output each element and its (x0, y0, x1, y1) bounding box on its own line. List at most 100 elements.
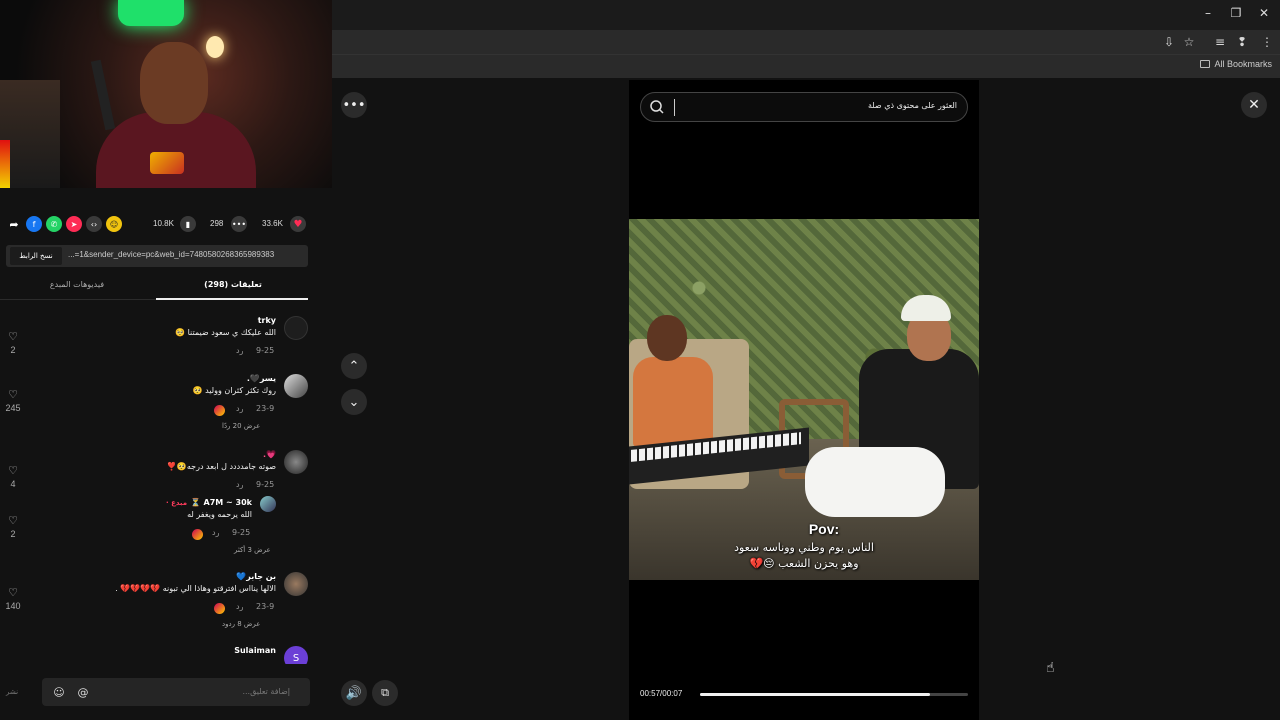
view-replies-button[interactable]: عرض 8 ردود (222, 620, 260, 628)
next-video-icon[interactable]: ⌄ (341, 389, 367, 415)
reply-button[interactable]: رد (212, 528, 219, 537)
creator-badge: · مبدع (166, 499, 188, 507)
comment-like-icon[interactable]: ♡ (5, 388, 21, 401)
facebook-icon[interactable]: f (26, 216, 42, 232)
comment-date: 23-9 (256, 602, 275, 611)
emoji-icon[interactable]: ☺ (52, 685, 66, 699)
share-row: ➦ f ✆ ➤ ‹› ☺ (6, 216, 122, 232)
previous-video-icon[interactable]: ⌃ (341, 353, 367, 379)
all-bookmarks-label: All Bookmarks (1214, 59, 1272, 69)
volume-icon[interactable]: 🔊 (341, 680, 367, 706)
comment-like-icon[interactable]: ♡ (5, 586, 21, 599)
reply-button[interactable]: رد (236, 602, 243, 611)
comment-like-icon[interactable]: ♡ (5, 330, 21, 343)
comment-username[interactable]: Sulaiman (234, 646, 276, 655)
comment-username[interactable]: 💗. (263, 450, 276, 459)
reply-button[interactable]: رد (236, 480, 243, 489)
comment-like-icon[interactable]: ♡ (5, 464, 21, 477)
avatar[interactable] (284, 316, 308, 340)
avatar[interactable] (284, 450, 308, 474)
share-arrow-icon[interactable]: ➦ (6, 216, 22, 232)
comment-like-count: 2 (10, 345, 16, 355)
comment-tabs: فيديوهات المبدع (298) تعليقات (0, 276, 308, 300)
embed-icon[interactable]: ‹› (86, 216, 102, 232)
avatar[interactable]: S (284, 646, 308, 664)
reply-button[interactable]: رد (236, 404, 243, 413)
caption-pov: Pov: (808, 521, 840, 537)
browser-menu-icon[interactable]: ⋮ (1258, 33, 1276, 51)
more-options-icon[interactable]: ••• (341, 92, 367, 118)
tab-creator-videos[interactable]: فيديوهات المبدع (0, 280, 154, 289)
cam-microphone (90, 59, 116, 131)
comment-placeholder: إضافة تعليق... (242, 687, 290, 696)
mention-icon[interactable]: @ (76, 685, 90, 699)
comment-date: 23-9 (256, 404, 275, 413)
progress-track[interactable] (700, 693, 968, 696)
video-link[interactable]: ...=1&sender_device=pc&web_id=7480580268… (68, 250, 304, 259)
comment-input[interactable]: ☺ @ إضافة تعليق... (42, 678, 310, 706)
close-window-button[interactable]: ✕ (1250, 0, 1278, 26)
video-pianist-body (633, 357, 713, 447)
comment-username[interactable]: بن جابر💙 (236, 572, 276, 581)
reply-button[interactable]: رد (236, 346, 243, 355)
whatsapp-icon[interactable]: ✆ (46, 216, 62, 232)
all-bookmarks-button[interactable]: All Bookmarks (1200, 59, 1272, 69)
copy-link-button[interactable]: نسخ الرابط (10, 247, 62, 265)
comment-date: 9-25 (256, 480, 275, 489)
avatar[interactable] (284, 572, 308, 596)
media-control-icon[interactable]: ≡ (1211, 33, 1229, 51)
emoji-share-icon[interactable]: ☺ (106, 216, 122, 232)
tab-active-indicator (156, 298, 308, 300)
cam-lamp (206, 36, 224, 58)
actions-row: ➦ f ✆ ➤ ‹› ☺ 10.8K ▮ 298 ••• 33.6K ♥ (0, 214, 332, 236)
comment-text: الله يرحمه ويغفر له (187, 510, 252, 519)
comment-text: روك تكثر كثران ووليد 🥺 (192, 386, 276, 395)
comment-date: 9-25 (256, 346, 275, 355)
view-replies-button[interactable]: عرض 20 ردًا (222, 422, 260, 430)
comment-icon[interactable]: ••• (231, 216, 247, 232)
send-icon[interactable]: ➤ (66, 216, 82, 232)
heart-icon[interactable]: ♥ (290, 216, 306, 232)
left-panel: ➦ f ✆ ➤ ‹› ☺ 10.8K ▮ 298 ••• 33.6K ♥ نسخ… (0, 188, 332, 720)
comment-date: 9-25 (232, 528, 251, 537)
video-frame[interactable]: Pov: الناس يوم وطني ووناسه سعود وهو يحزن… (629, 219, 979, 580)
folder-icon (1200, 60, 1211, 68)
minimize-button[interactable]: – (1194, 0, 1222, 26)
comment-like-count: 245 (5, 403, 21, 413)
post-button[interactable]: نشر (6, 688, 18, 696)
progress-area: 00:57/00:07 (640, 688, 970, 700)
video-man-legs (805, 447, 945, 517)
bookmark-star-icon[interactable]: ☆ (1180, 33, 1198, 51)
text-caret (674, 99, 675, 116)
comment-like-icon[interactable]: ♡ (5, 514, 21, 527)
bookmarks-bar: All Bookmarks (332, 54, 1280, 78)
close-icon[interactable]: ✕ (1241, 92, 1267, 118)
comment-input-bar: نشر ☺ @ إضافة تعليق... (0, 676, 332, 708)
cam-person-head (140, 42, 208, 124)
bookmark-icon[interactable]: ▮ (180, 216, 196, 232)
tab-comments[interactable]: (298) تعليقات (156, 280, 310, 289)
miniplayer-icon[interactable]: ⧉ (372, 680, 398, 706)
restore-button[interactable]: ❐ (1222, 0, 1250, 26)
video-viewer: ••• ⌃ ⌄ 🔊 ⧉ ✕ العثور على محتوى ذي صلة Po… (332, 80, 1280, 720)
avatar[interactable] (284, 374, 308, 398)
progress-fill (700, 693, 931, 696)
cam-neon-sign (118, 0, 184, 26)
install-app-icon[interactable]: ⇩ (1160, 33, 1178, 51)
related-search-box[interactable]: العثور على محتوى ذي صلة (640, 92, 968, 122)
creator-liked-avatar (214, 405, 225, 416)
creator-liked-avatar (192, 529, 203, 540)
extension-icon[interactable]: ❢ (1233, 33, 1251, 51)
comment-username[interactable]: يسر🖤. (247, 374, 276, 383)
avatar[interactable] (260, 496, 276, 512)
comment-text: الالها ينااس افترقتو وهاذا الي تبونه 💔💔💔… (115, 584, 276, 593)
mouse-cursor-icon: ☝ (1046, 660, 1055, 676)
search-icon (650, 100, 664, 114)
comment-username[interactable]: trky (258, 316, 276, 325)
comment-like-count: 2 (10, 529, 16, 539)
likes-count: 33.6K (262, 219, 283, 228)
comment-username[interactable]: A7M ~ 30k ⏳ (191, 498, 252, 507)
description-strip (0, 188, 332, 196)
view-more-replies-button[interactable]: عرض 3 أكثر (234, 546, 271, 554)
video-player[interactable]: العثور على محتوى ذي صلة Pov: الناس يوم و… (629, 80, 979, 720)
